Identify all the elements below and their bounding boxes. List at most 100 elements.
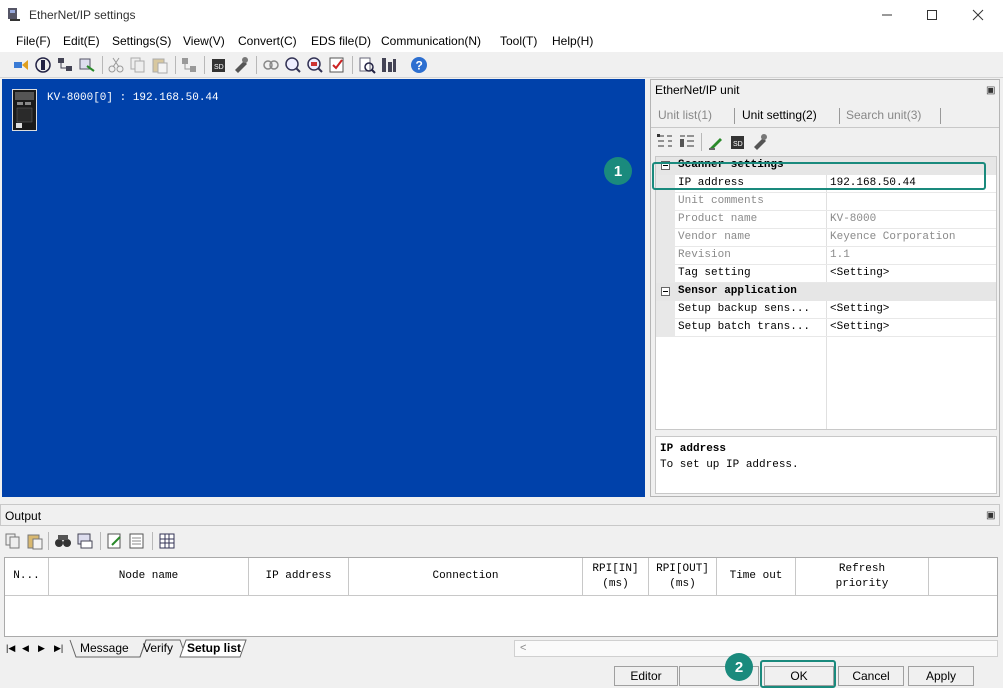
col-header-refresh-priority[interactable]: Refresh priority [796, 558, 929, 596]
menu-file[interactable]: File(F) [16, 34, 51, 48]
property-value[interactable]: <Setting> [830, 321, 889, 333]
find-icon[interactable] [54, 532, 72, 550]
pin-icon[interactable]: ▣ [986, 510, 995, 521]
cut-icon[interactable] [107, 56, 125, 74]
menu-view[interactable]: View(V) [183, 34, 225, 48]
settings-tool-icon[interactable] [232, 56, 250, 74]
first-tab-icon[interactable]: |◀ [6, 643, 15, 654]
apply-button[interactable]: Apply [908, 666, 974, 686]
edit-list-icon[interactable] [106, 532, 124, 550]
write-icon[interactable] [328, 56, 346, 74]
copy-icon[interactable] [4, 532, 22, 550]
tools-icon[interactable] [380, 56, 398, 74]
next-tab-icon[interactable]: ▶ [38, 643, 45, 654]
property-row-tag-setting[interactable]: Tag setting <Setting> [656, 265, 996, 283]
prev-tab-icon[interactable]: ◀ [22, 643, 29, 654]
menu-convert[interactable]: Convert(C) [238, 34, 297, 48]
tab-search-unit[interactable]: Search unit(3) [846, 108, 921, 122]
property-row-unit-comments[interactable]: Unit comments [656, 193, 996, 211]
copy-icon[interactable] [129, 56, 147, 74]
menu-eds-file[interactable]: EDS file(D) [311, 34, 371, 48]
link-icon[interactable] [262, 56, 280, 74]
export-icon[interactable] [76, 532, 94, 550]
connect-icon[interactable] [12, 56, 30, 74]
menu-communication[interactable]: Communication(N) [381, 34, 481, 48]
menu-help[interactable]: Help(H) [552, 34, 593, 48]
cancel-button[interactable]: Cancel [838, 666, 904, 686]
output-tabs: |◀ ◀ ▶ ▶| Message Verify Setup list < [0, 639, 1000, 659]
close-button[interactable] [955, 0, 1001, 30]
ok-button-highlight [760, 660, 836, 688]
table-icon[interactable] [158, 532, 176, 550]
property-row-product-name: Product name KV-8000 [656, 211, 996, 229]
col-header-time-out[interactable]: Time out [717, 558, 796, 596]
tab-setup-list[interactable]: Setup list [187, 641, 241, 655]
property-key: Product name [678, 213, 758, 225]
minimize-button[interactable] [864, 0, 910, 30]
tab-unit-list[interactable]: Unit list(1) [658, 108, 712, 122]
sort-category-icon[interactable] [656, 133, 674, 151]
setup-list-table: N... Node name IP address Connection RPI… [4, 557, 998, 637]
col-header-ip-address[interactable]: IP address [249, 558, 349, 596]
settings-tool-icon[interactable] [751, 133, 769, 151]
property-toolbar: SD [651, 129, 999, 155]
callout-1: 1 [604, 157, 632, 185]
menu-tool[interactable]: Tool(T) [500, 34, 537, 48]
col-header-rpi-in[interactable]: RPI[IN] (ms) [583, 558, 649, 596]
col-header-node-name[interactable]: Node name [49, 558, 249, 596]
col-header-number[interactable]: N... [5, 558, 49, 596]
property-row-vendor-name: Vendor name Keyence Corporation [656, 229, 996, 247]
description-title: IP address [660, 443, 727, 455]
maximize-button[interactable] [909, 0, 955, 30]
property-key: Setup backup sens... [678, 303, 811, 315]
monitor-icon[interactable] [34, 56, 52, 74]
tab-verify[interactable]: Verify [143, 641, 173, 655]
minimize-icon [882, 14, 892, 16]
sd-card-icon[interactable]: SD [210, 56, 228, 74]
col-header-connection[interactable]: Connection [349, 558, 583, 596]
help-icon[interactable]: ? [410, 56, 428, 74]
ip-address-highlight [652, 162, 986, 190]
tree-icon[interactable] [180, 56, 198, 74]
collapse-icon[interactable] [661, 287, 670, 296]
property-value[interactable]: <Setting> [830, 303, 889, 315]
edit-icon[interactable] [707, 133, 725, 151]
menu-edit[interactable]: Edit(E) [63, 34, 100, 48]
tab-message[interactable]: Message [80, 641, 129, 655]
property-value: KV-8000 [830, 213, 877, 225]
find-icon[interactable] [358, 56, 376, 74]
close-icon [972, 9, 984, 21]
last-tab-icon[interactable]: ▶| [54, 643, 63, 654]
device-list-icon[interactable] [78, 56, 96, 74]
pin-icon[interactable]: ▣ [986, 85, 995, 96]
network-icon[interactable] [56, 56, 74, 74]
search-network-icon[interactable] [284, 56, 302, 74]
scroll-left-icon[interactable]: < [520, 642, 526, 654]
panel-title: EtherNet/IP unit [655, 83, 740, 97]
col-header-rpi-out[interactable]: RPI[OUT] (ms) [649, 558, 717, 596]
svg-text:?: ? [416, 59, 423, 73]
csv-icon[interactable] [128, 532, 146, 550]
category-sensor-application[interactable]: Sensor application [656, 283, 996, 301]
tab-unit-setting[interactable]: Unit setting(2) [742, 108, 817, 122]
property-row-revision: Revision 1.1 [656, 247, 996, 265]
horizontal-scrollbar[interactable]: < [514, 640, 998, 657]
paste-icon[interactable] [151, 56, 169, 74]
property-row-setup-batch[interactable]: Setup batch trans... <Setting> [656, 319, 996, 337]
menu-bar: File(F) Edit(E) Settings(S) View(V) Conv… [0, 30, 1003, 52]
window-title: EtherNet/IP settings [29, 8, 136, 22]
property-grid: Scanner settings IP address 192.168.50.4… [655, 156, 997, 430]
plc-device-icon[interactable] [12, 89, 37, 131]
description-text: To set up IP address. [660, 459, 799, 471]
property-row-setup-backup[interactable]: Setup backup sens... <Setting> [656, 301, 996, 319]
property-value: 1.1 [830, 249, 850, 261]
sort-alpha-icon[interactable] [678, 133, 696, 151]
network-canvas[interactable]: KV-8000[0] : 192.168.50.44 [2, 79, 645, 497]
sd-card-icon[interactable]: SD [729, 133, 747, 151]
property-value[interactable]: <Setting> [830, 267, 889, 279]
paste-icon[interactable] [26, 532, 44, 550]
property-value: Keyence Corporation [830, 231, 956, 243]
read-icon[interactable] [306, 56, 324, 74]
output-toolbar [0, 528, 1000, 554]
menu-settings[interactable]: Settings(S) [112, 34, 171, 48]
